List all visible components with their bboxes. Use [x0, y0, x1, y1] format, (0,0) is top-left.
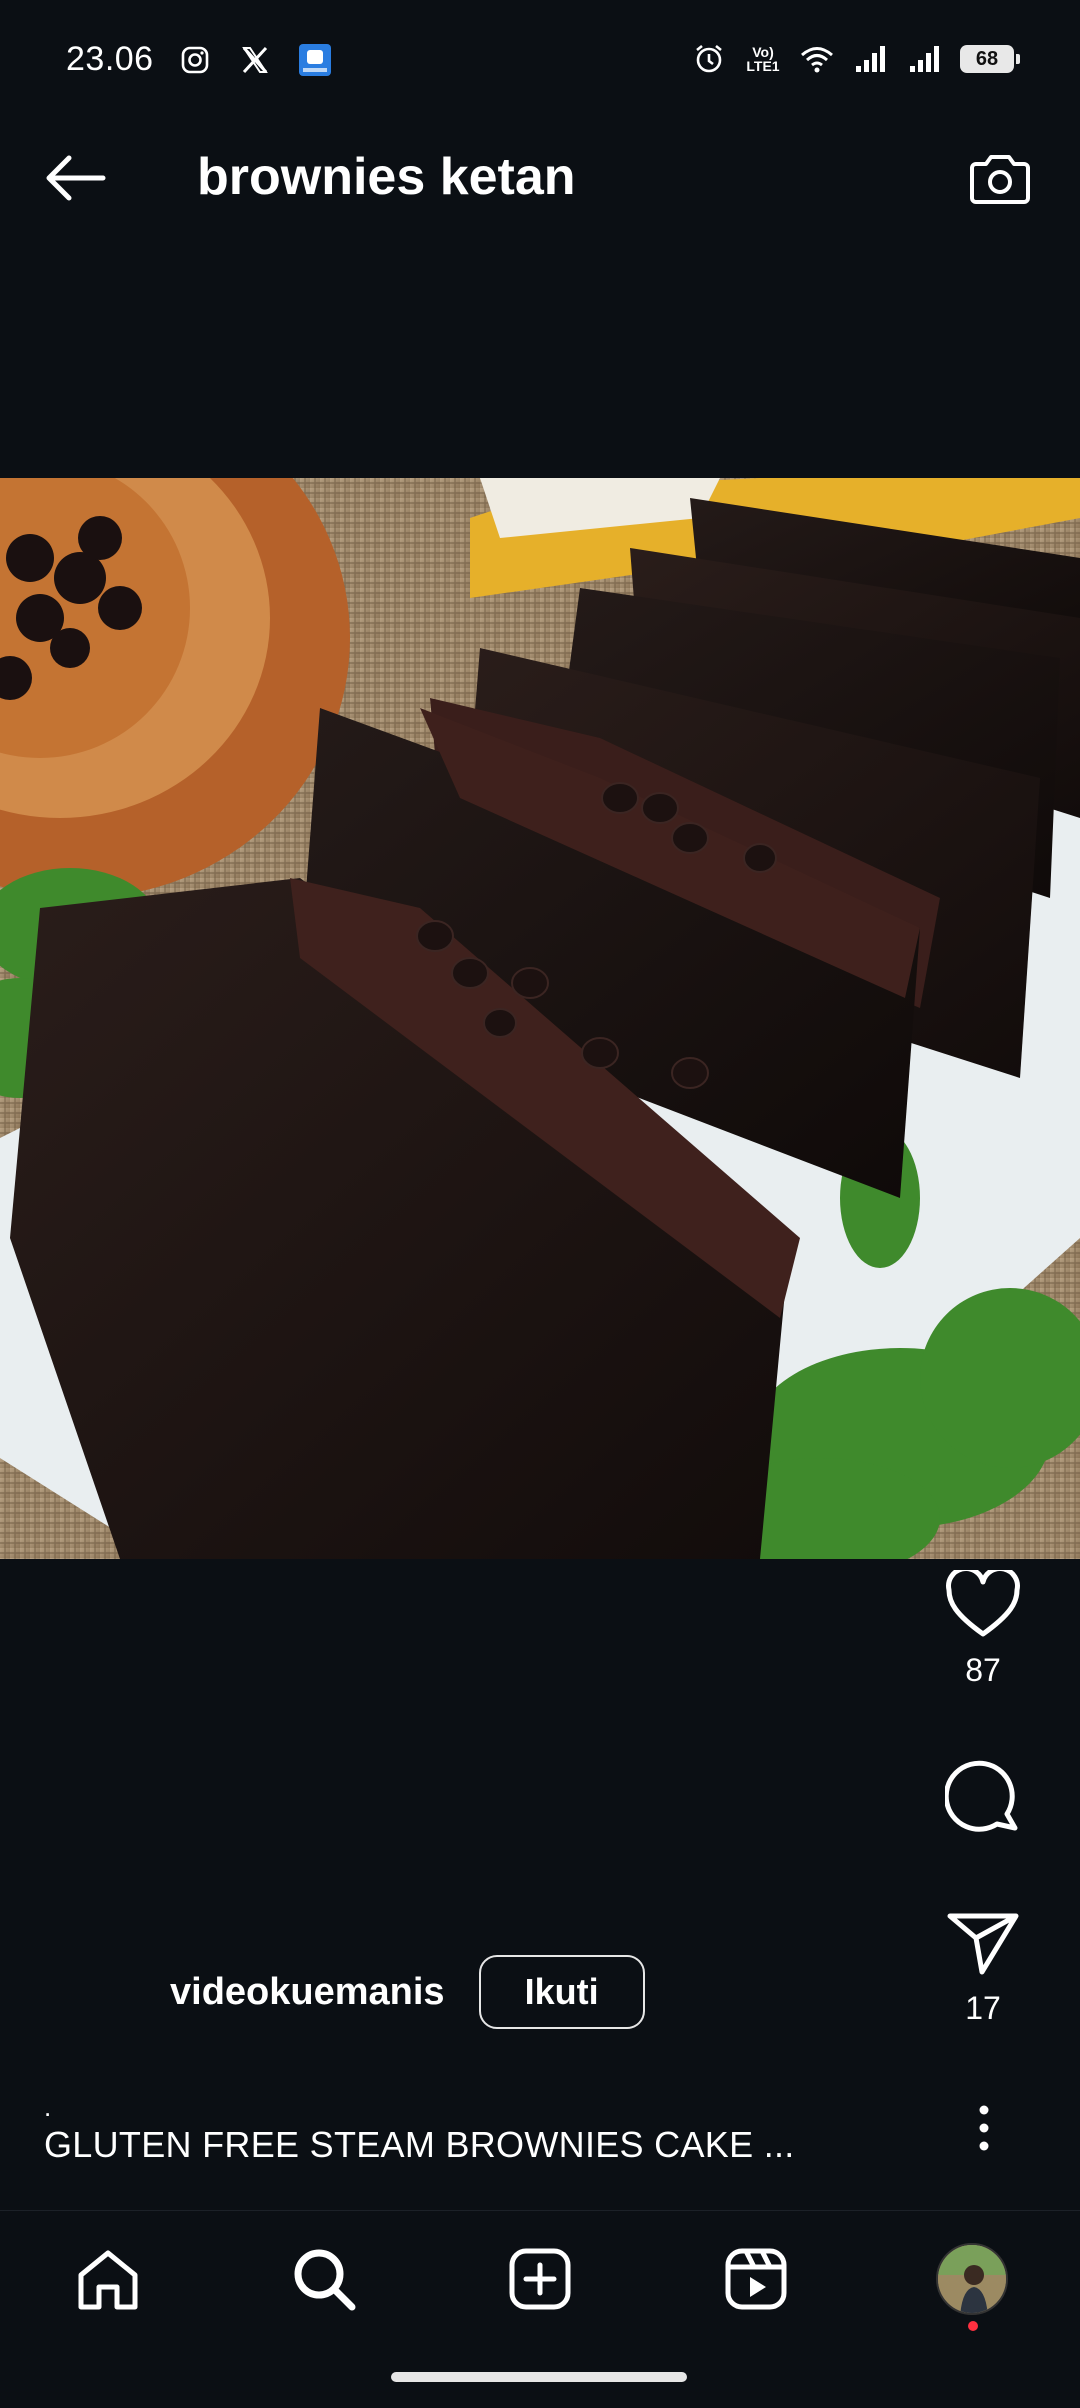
share-count: 17: [965, 1990, 1001, 2026]
instagram-notification-icon: [176, 41, 214, 79]
home-indicator[interactable]: [391, 2372, 687, 2382]
volte-icon: Vo) LTE1: [744, 40, 782, 78]
send-icon[interactable]: [946, 1910, 1020, 1976]
back-button[interactable]: [40, 148, 110, 208]
status-right: Vo) LTE1 68: [690, 40, 1020, 78]
camera-icon: [970, 155, 1030, 204]
alarm-icon: [690, 40, 728, 78]
battery-indicator: 68: [960, 45, 1020, 73]
author-row: videokuemanis Ikuti: [170, 1955, 645, 2029]
wifi-icon: [798, 40, 836, 78]
avatar: [936, 2243, 1008, 2315]
app-notification-icon: [296, 41, 334, 79]
signal-icon: [852, 40, 890, 78]
top-bar: brownies ketan: [0, 128, 1080, 228]
nav-reels[interactable]: [716, 2239, 796, 2319]
more-vertical-icon: [979, 2105, 989, 2151]
comment-action[interactable]: [922, 1758, 1044, 1834]
nav-create[interactable]: [500, 2239, 580, 2319]
like-action[interactable]: 87: [922, 1570, 1044, 1689]
heart-icon[interactable]: [945, 1570, 1021, 1638]
search-icon: [294, 2249, 356, 2311]
status-bar: 23.06 Vo) LTE1 68: [0, 0, 1080, 128]
nav-home[interactable]: [68, 2239, 148, 2319]
camera-button[interactable]: [964, 142, 1036, 214]
like-count: 87: [965, 1652, 1001, 1688]
status-time: 23.06: [66, 40, 154, 78]
lte-label: LTE1: [746, 58, 780, 74]
nav-search[interactable]: [284, 2239, 364, 2319]
reels-icon: [725, 2248, 787, 2310]
bottom-navigation: [0, 2210, 1080, 2346]
signal-icon-2: [906, 40, 944, 78]
comment-icon[interactable]: [945, 1758, 1021, 1834]
plus-square-icon: [509, 2248, 571, 2310]
notification-dot: [968, 2321, 978, 2331]
caption-dot: .: [44, 2092, 52, 2122]
x-notification-icon: [236, 41, 274, 79]
home-icon: [78, 2250, 138, 2310]
nav-profile[interactable]: [932, 2239, 1012, 2331]
post-caption[interactable]: GLUTEN FREE STEAM BROWNIES CAKE ...: [44, 2124, 795, 2166]
status-left: 23.06: [66, 40, 334, 79]
more-options-button[interactable]: [954, 2104, 1014, 2152]
post-image[interactable]: [0, 478, 1080, 1559]
follow-button[interactable]: Ikuti: [478, 1955, 645, 2029]
share-action[interactable]: 17: [922, 1910, 1044, 2027]
author-username[interactable]: videokuemanis: [170, 1971, 445, 2014]
page-title: brownies ketan: [197, 148, 576, 206]
arrow-left-icon: [46, 155, 106, 201]
